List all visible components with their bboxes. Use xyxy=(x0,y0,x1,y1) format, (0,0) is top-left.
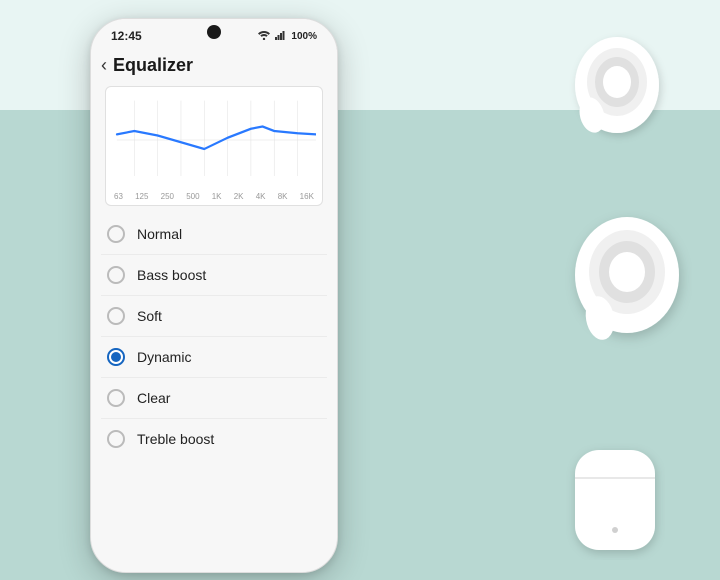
earbud-mid-right xyxy=(562,210,692,360)
eq-option-treble-boost[interactable]: Treble boost xyxy=(101,419,327,459)
earbud-case xyxy=(565,440,665,560)
radio-bass-boost xyxy=(107,266,125,284)
eq-curve-svg xyxy=(112,95,316,185)
eq-label-1k: 1K xyxy=(212,192,222,201)
eq-label-125: 125 xyxy=(135,192,148,201)
eq-frequency-labels: 63 125 250 500 1K 2K 4K 8K 16K xyxy=(112,192,316,201)
eq-option-clear-label: Clear xyxy=(137,390,170,406)
eq-label-500: 500 xyxy=(186,192,199,201)
eq-option-normal[interactable]: Normal xyxy=(101,214,327,255)
eq-option-bass-boost-label: Bass boost xyxy=(137,267,206,283)
radio-treble-boost xyxy=(107,430,125,448)
status-time: 12:45 xyxy=(111,29,142,43)
eq-option-dynamic-label: Dynamic xyxy=(137,349,191,365)
eq-options-list: Normal Bass boost Soft Dynamic Clear xyxy=(91,214,337,459)
eq-option-soft[interactable]: Soft xyxy=(101,296,327,337)
wifi-icon xyxy=(257,30,271,43)
eq-option-soft-label: Soft xyxy=(137,308,162,324)
signal-icon xyxy=(275,30,287,43)
eq-label-63: 63 xyxy=(114,192,123,201)
page-title: Equalizer xyxy=(113,55,193,76)
eq-label-16k: 16K xyxy=(300,192,314,201)
radio-normal xyxy=(107,225,125,243)
phone-frame: 12:45 100% xyxy=(90,18,338,573)
eq-label-4k: 4K xyxy=(256,192,266,201)
eq-label-2k: 2K xyxy=(234,192,244,201)
app-header: ‹ Equalizer xyxy=(91,47,337,82)
earbud-top-right xyxy=(562,30,672,150)
eq-option-dynamic[interactable]: Dynamic xyxy=(101,337,327,378)
eq-option-bass-boost[interactable]: Bass boost xyxy=(101,255,327,296)
back-button[interactable]: ‹ xyxy=(101,55,107,76)
battery-text: 100% xyxy=(291,31,317,42)
eq-chart: 63 125 250 500 1K 2K 4K 8K 16K xyxy=(105,86,323,206)
eq-label-8k: 8K xyxy=(278,192,288,201)
eq-option-clear[interactable]: Clear xyxy=(101,378,327,419)
phone-screen: 12:45 100% xyxy=(91,19,337,572)
radio-soft xyxy=(107,307,125,325)
eq-label-250: 250 xyxy=(161,192,174,201)
radio-dynamic xyxy=(107,348,125,366)
radio-dynamic-fill xyxy=(111,352,121,362)
status-icons: 100% xyxy=(257,30,317,43)
camera-notch xyxy=(207,25,221,39)
eq-option-normal-label: Normal xyxy=(137,226,182,242)
radio-clear xyxy=(107,389,125,407)
eq-option-treble-boost-label: Treble boost xyxy=(137,431,214,447)
